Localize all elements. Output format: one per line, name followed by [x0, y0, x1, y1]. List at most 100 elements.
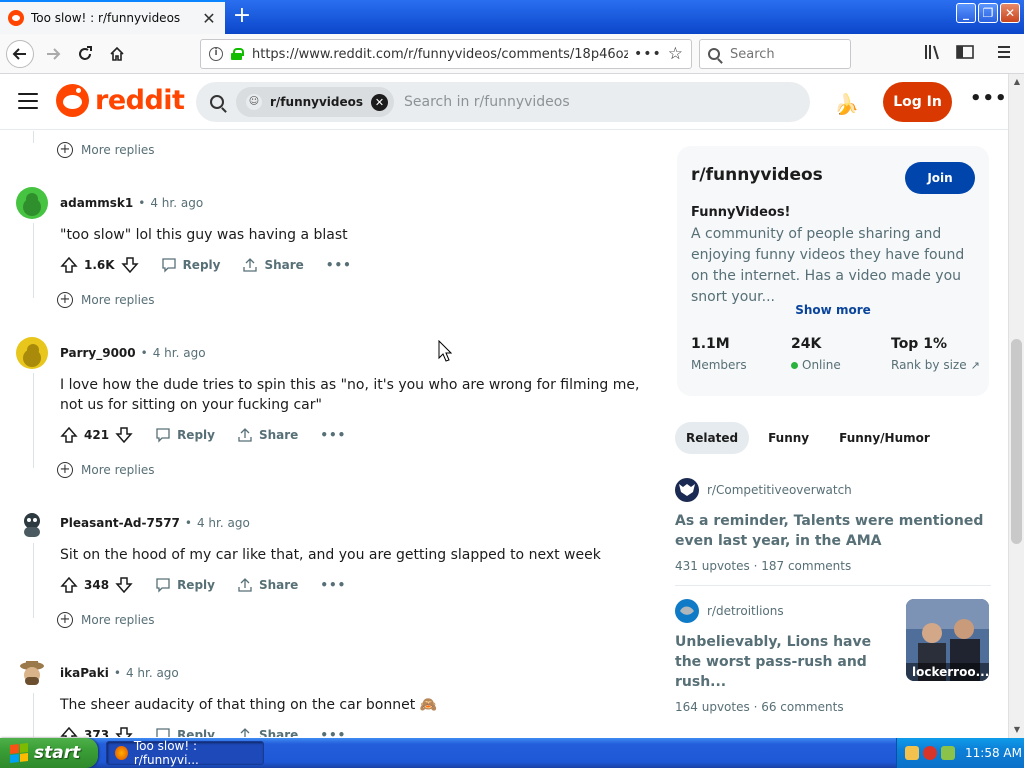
upvote-icon[interactable] [60, 726, 78, 737]
downvote-icon[interactable] [115, 726, 133, 737]
comment-actions: 421 Reply Share ••• [60, 426, 346, 444]
upvote-icon[interactable] [60, 426, 78, 444]
sidebar-toggle-icon[interactable] [956, 44, 974, 64]
related-post[interactable]: r/Competitiveoverwatch As a reminder, Ta… [675, 478, 991, 573]
reply-button[interactable]: Reply [155, 427, 215, 443]
new-tab-button[interactable]: + [230, 4, 254, 28]
reply-button[interactable]: Reply [161, 257, 220, 273]
comment-author[interactable]: adammsk1 [60, 196, 133, 210]
menu-icon[interactable] [996, 44, 1012, 64]
comment-more-icon[interactable]: ••• [326, 258, 352, 272]
scrollbar-thumb[interactable] [1011, 339, 1022, 544]
scroll-down-arrow-icon[interactable]: ▼ [1009, 722, 1024, 738]
comment-author[interactable]: Parry_9000 [60, 346, 136, 360]
info-icon[interactable]: i [209, 47, 223, 61]
comment-more-icon[interactable]: ••• [320, 428, 346, 442]
network-tray-icon[interactable] [905, 746, 919, 760]
comment-body: "too slow" lol this guy was having a bla… [60, 227, 348, 243]
share-button[interactable]: Share [237, 577, 298, 593]
reply-icon [156, 428, 170, 443]
related-post-thumbnail[interactable]: lockerroo... [906, 599, 989, 681]
vertical-scrollbar[interactable]: ▲ ▼ [1008, 74, 1024, 738]
reddit-logo[interactable]: reddit [56, 84, 185, 117]
show-more-button[interactable]: Show more [677, 303, 989, 317]
more-replies-button[interactable]: + More replies [57, 612, 155, 628]
clear-chip-icon[interactable]: ✕ [371, 93, 389, 111]
related-post-title[interactable]: Unbelievably, Lions have the worst pass-… [675, 632, 890, 692]
library-icon[interactable] [924, 44, 942, 64]
join-button[interactable]: Join [905, 162, 975, 194]
related-post-subreddit[interactable]: r/Competitiveoverwatch [675, 478, 991, 502]
external-link-icon: ↗ [970, 358, 980, 372]
browser-tab[interactable]: Too slow! : r/funnyvideos ✕ [0, 0, 225, 34]
browser-search-field[interactable]: Search [699, 39, 851, 69]
comment-author[interactable]: Pleasant-Ad-7577 [60, 516, 180, 530]
comment-more-icon[interactable]: ••• [320, 578, 346, 592]
share-button[interactable]: Share [237, 727, 298, 737]
comment-time[interactable]: 4 hr. ago [153, 346, 206, 360]
avatar[interactable] [16, 337, 48, 369]
lions-subreddit-icon [675, 599, 699, 623]
comment-body: The sheer audacity of that thing on the … [60, 697, 438, 713]
comment-time[interactable]: 4 hr. ago [126, 666, 179, 680]
vote-score: 1.6K [84, 258, 115, 272]
minimize-button[interactable]: _ [956, 3, 976, 23]
more-replies-button[interactable]: + More replies [57, 142, 155, 158]
close-window-button[interactable]: ✕ [1000, 3, 1020, 23]
related-divider [675, 585, 991, 586]
community-name[interactable]: r/funnyvideos [691, 165, 823, 185]
reload-button[interactable] [72, 41, 98, 67]
comment-author[interactable]: ikaPaki [60, 666, 109, 680]
page-actions-icon[interactable]: ••• [634, 46, 662, 62]
upvote-icon[interactable] [60, 256, 78, 274]
downvote-icon[interactable] [120, 256, 139, 274]
tab-funny[interactable]: Funny [757, 422, 820, 454]
reply-label: Reply [177, 728, 215, 737]
tab-funny-humor[interactable]: Funny/Humor [828, 422, 941, 454]
reply-button[interactable]: Reply [155, 727, 215, 737]
share-button[interactable]: Share [237, 427, 298, 443]
downvote-icon[interactable] [115, 426, 133, 444]
home-button[interactable] [104, 41, 130, 67]
reddit-search-input[interactable]: Search in r/funnyvideos [404, 94, 570, 110]
volume-tray-icon[interactable] [941, 746, 955, 760]
lock-icon[interactable] [231, 48, 244, 60]
reddit-search-bar[interactable]: ☺ r/funnyvideos ✕ Search in r/funnyvideo… [196, 82, 810, 122]
avatar[interactable] [16, 507, 48, 539]
bookmark-star-icon[interactable]: ☆ [668, 44, 683, 64]
login-button[interactable]: Log In [883, 82, 952, 122]
comment-actions: 348 Reply Share ••• [60, 576, 346, 594]
more-replies-button[interactable]: + More replies [57, 462, 155, 478]
avatar[interactable] [16, 187, 48, 219]
url-text[interactable]: https://www.reddit.com/r/funnyvideos/com… [252, 47, 628, 62]
close-tab-icon[interactable]: ✕ [201, 9, 217, 28]
comment-time[interactable]: 4 hr. ago [197, 516, 250, 530]
address-bar[interactable]: i https://www.reddit.com/r/funnyvideos/c… [200, 39, 692, 69]
reply-button[interactable]: Reply [155, 577, 215, 593]
rank-stat[interactable]: Top 1% Rank by size ↗ [891, 336, 980, 372]
downvote-icon[interactable] [115, 576, 133, 594]
scroll-up-arrow-icon[interactable]: ▲ [1009, 74, 1024, 90]
restore-button[interactable]: ❐ [978, 3, 998, 23]
avatar[interactable] [16, 657, 48, 689]
hamburger-menu-icon[interactable] [18, 93, 38, 109]
share-button[interactable]: Share [242, 257, 304, 273]
more-options-icon[interactable]: ••• [970, 88, 1008, 109]
members-count: 1.1M [691, 336, 730, 352]
back-button[interactable] [6, 40, 34, 68]
start-button[interactable]: start [0, 738, 98, 768]
related-post[interactable]: r/detroitlions Unbelievably, Lions have … [675, 599, 991, 714]
tab-related[interactable]: Related [675, 422, 750, 454]
comment-more-icon[interactable]: ••• [320, 728, 346, 737]
security-shield-tray-icon[interactable] [923, 746, 937, 760]
taskbar-firefox-item[interactable]: Too slow! : r/funnyvi... [106, 739, 264, 767]
related-post-title[interactable]: As a reminder, Talents were mentioned ev… [675, 511, 991, 551]
subreddit-search-chip[interactable]: ☺ r/funnyvideos ✕ [236, 87, 395, 117]
comment-time[interactable]: 4 hr. ago [150, 196, 203, 210]
advertise-banana-icon[interactable]: 🍌 [834, 92, 859, 116]
more-replies-button[interactable]: + More replies [57, 292, 155, 308]
forward-button[interactable] [40, 41, 66, 67]
online-label: Online [802, 358, 841, 372]
upvote-icon[interactable] [60, 576, 78, 594]
subreddit-icon: ☺ [246, 94, 262, 110]
